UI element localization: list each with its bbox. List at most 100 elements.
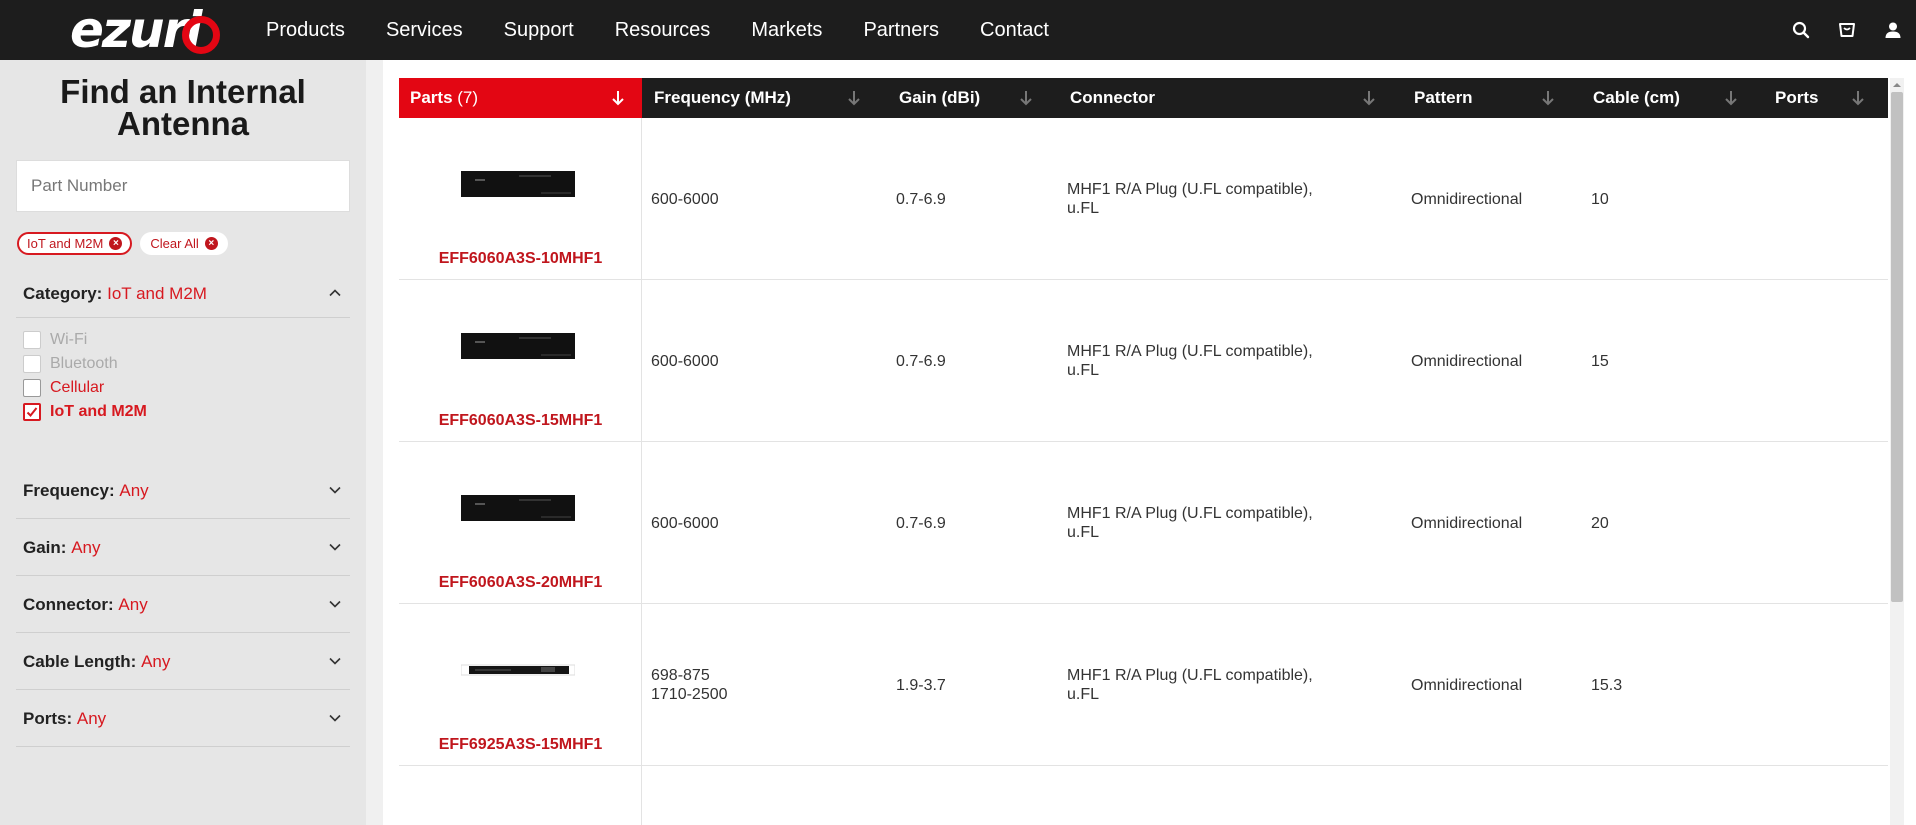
nav-partners[interactable]: Partners: [863, 19, 939, 42]
column-header-parts[interactable]: Parts (7): [399, 78, 642, 118]
gain-facet[interactable]: Gain: Any: [16, 519, 350, 576]
part-number-link[interactable]: EFF6060A3S-10MHF1: [399, 250, 642, 268]
user-icon[interactable]: [1870, 0, 1916, 60]
ports-facet-label: Ports: Any: [23, 690, 106, 747]
results-panel: Parts (7) Frequency (MHz) Gain (dBi) Con…: [383, 60, 1916, 825]
option-label: Wi-Fi: [50, 331, 88, 348]
table-row-partial[interactable]: [399, 766, 1888, 825]
filter-sidebar: Find an Internal Antenna IoT and M2M × C…: [0, 60, 366, 825]
pattern-cell: Omnidirectional: [1411, 352, 1523, 370]
facet-label-text: Ports:: [23, 709, 73, 728]
part-number-search-input[interactable]: [16, 160, 350, 212]
facet-value: Any: [118, 595, 148, 614]
connector-facet[interactable]: Connector: Any: [16, 576, 350, 633]
connector-cell: MHF1 R/A Plug (U.FL compatible), u.FL: [1067, 505, 1313, 541]
checkbox-checked[interactable]: [23, 403, 41, 421]
sort-arrow-down-icon: [1852, 91, 1864, 106]
part-number-link[interactable]: EFF6925A3S-15MHF1: [399, 736, 642, 754]
checkmark-icon: [26, 407, 38, 417]
logo-wordmark: ezuri: [70, 1, 202, 59]
nav-contact[interactable]: Contact: [980, 19, 1049, 42]
sort-arrow-down-icon: [1725, 91, 1737, 106]
category-facet-value: IoT and M2M: [107, 284, 207, 303]
part-cell[interactable]: EFF6060A3S-10MHF1: [399, 118, 642, 280]
checkbox[interactable]: [23, 331, 41, 349]
category-facet-label: Category: IoT and M2M: [23, 270, 207, 318]
chevron-down-icon: [329, 486, 341, 494]
category-label-text: Category:: [23, 284, 103, 303]
top-navbar: ezuri Products Services Support Resource…: [0, 0, 1916, 60]
connector-facet-label: Connector: Any: [23, 576, 148, 633]
part-number-link[interactable]: EFF6060A3S-15MHF1: [399, 412, 642, 430]
main-nav: Products Services Support Resources Mark…: [266, 0, 1049, 60]
facet-label-text: Gain:: [23, 538, 67, 557]
frequency-facet-label: Frequency: Any: [23, 462, 149, 519]
table-header: Parts (7) Frequency (MHz) Gain (dBi) Con…: [399, 78, 1888, 118]
table-row[interactable]: EFF6925A3S-15MHF1 698-875 1710-2500 1.9-…: [399, 604, 1888, 766]
cart-icon[interactable]: [1824, 0, 1870, 60]
category-option-cellular[interactable]: Cellular: [23, 376, 147, 400]
connector-cell: MHF1 R/A Plug (U.FL compatible), u.FL: [1067, 181, 1313, 217]
gain-cell: 0.7-6.9: [896, 352, 946, 370]
ezurio-logo[interactable]: ezuri: [70, 4, 230, 56]
column-header-label: Parts: [410, 88, 453, 107]
category-facet-header[interactable]: Category: IoT and M2M: [16, 270, 350, 318]
connector-cell: MHF1 R/A Plug (U.FL compatible), u.FL: [1067, 343, 1313, 379]
facet-value: Any: [76, 709, 107, 728]
remove-filter-icon[interactable]: ×: [109, 237, 123, 250]
column-header-connector[interactable]: Connector: [1059, 78, 1399, 118]
gain-cell: 1.9-3.7: [896, 676, 946, 694]
nav-resources[interactable]: Resources: [615, 19, 711, 42]
clear-all-button[interactable]: Clear All ×: [140, 232, 228, 255]
active-filter-chips: IoT and M2M × Clear All ×: [17, 232, 228, 255]
active-filter-chip[interactable]: IoT and M2M ×: [17, 232, 133, 255]
checkbox[interactable]: [23, 379, 41, 397]
antenna-product-image: [461, 495, 575, 521]
table-row[interactable]: EFF6060A3S-10MHF1 600-6000 0.7-6.9 MHF1 …: [399, 118, 1888, 280]
part-cell[interactable]: EFF6925A3S-15MHF1: [399, 604, 642, 766]
nav-services[interactable]: Services: [386, 19, 463, 42]
part-cell[interactable]: EFF6060A3S-20MHF1: [399, 442, 642, 604]
connector-cell: MHF1 R/A Plug (U.FL compatible), u.FL: [1067, 667, 1313, 703]
table-scrollbar-thumb[interactable]: [1891, 92, 1903, 602]
column-header-cable[interactable]: Cable (cm): [1582, 78, 1765, 118]
part-number-link[interactable]: EFF6060A3S-20MHF1: [399, 574, 642, 592]
column-header-ports[interactable]: Ports: [1764, 78, 1888, 118]
nav-support[interactable]: Support: [504, 19, 574, 42]
clear-all-label: Clear All: [150, 236, 199, 251]
sort-arrow-down-icon: [1542, 91, 1554, 106]
pattern-cell: Omnidirectional: [1411, 190, 1523, 208]
facet-value: Any: [141, 652, 171, 671]
category-option-bluetooth[interactable]: Bluetooth: [23, 352, 147, 376]
chevron-down-icon: [329, 543, 341, 551]
cable-cell: 15.3: [1591, 676, 1623, 694]
facet-value: Any: [119, 481, 149, 500]
nav-icon-group: [1778, 0, 1916, 60]
sort-arrow-down-icon: [612, 91, 624, 106]
column-header-label: Connector: [1070, 88, 1155, 107]
column-header-frequency[interactable]: Frequency (MHz): [643, 78, 876, 118]
active-filter-chip-label: IoT and M2M: [27, 236, 104, 251]
frequency-facet[interactable]: Frequency: Any: [16, 462, 350, 519]
checkbox[interactable]: [23, 355, 41, 373]
cable-length-facet[interactable]: Cable Length: Any: [16, 633, 350, 690]
clear-all-icon: ×: [204, 237, 218, 250]
category-option-wifi[interactable]: Wi-Fi: [23, 328, 147, 352]
page-title: Find an Internal Antenna: [60, 73, 306, 142]
column-header-label: Cable (cm): [1593, 88, 1680, 107]
ports-facet[interactable]: Ports: Any: [16, 690, 350, 747]
nav-products[interactable]: Products: [266, 19, 345, 42]
column-header-label: Frequency (MHz): [654, 88, 791, 107]
category-option-iot-m2m[interactable]: IoT and M2M: [23, 400, 147, 424]
chevron-down-icon: [329, 600, 341, 608]
antenna-product-image: [461, 333, 575, 359]
table-row[interactable]: EFF6060A3S-20MHF1 600-6000 0.7-6.9 MHF1 …: [399, 442, 1888, 604]
nav-markets[interactable]: Markets: [751, 19, 822, 42]
scroll-up-arrow-icon[interactable]: [1892, 80, 1902, 90]
part-cell[interactable]: EFF6060A3S-15MHF1: [399, 280, 642, 442]
frequency-cell: 600-6000: [651, 190, 719, 208]
search-icon[interactable]: [1778, 0, 1824, 60]
table-row[interactable]: EFF6060A3S-15MHF1 600-6000 0.7-6.9 MHF1 …: [399, 280, 1888, 442]
column-header-gain[interactable]: Gain (dBi): [888, 78, 1060, 118]
column-header-pattern[interactable]: Pattern: [1403, 78, 1579, 118]
